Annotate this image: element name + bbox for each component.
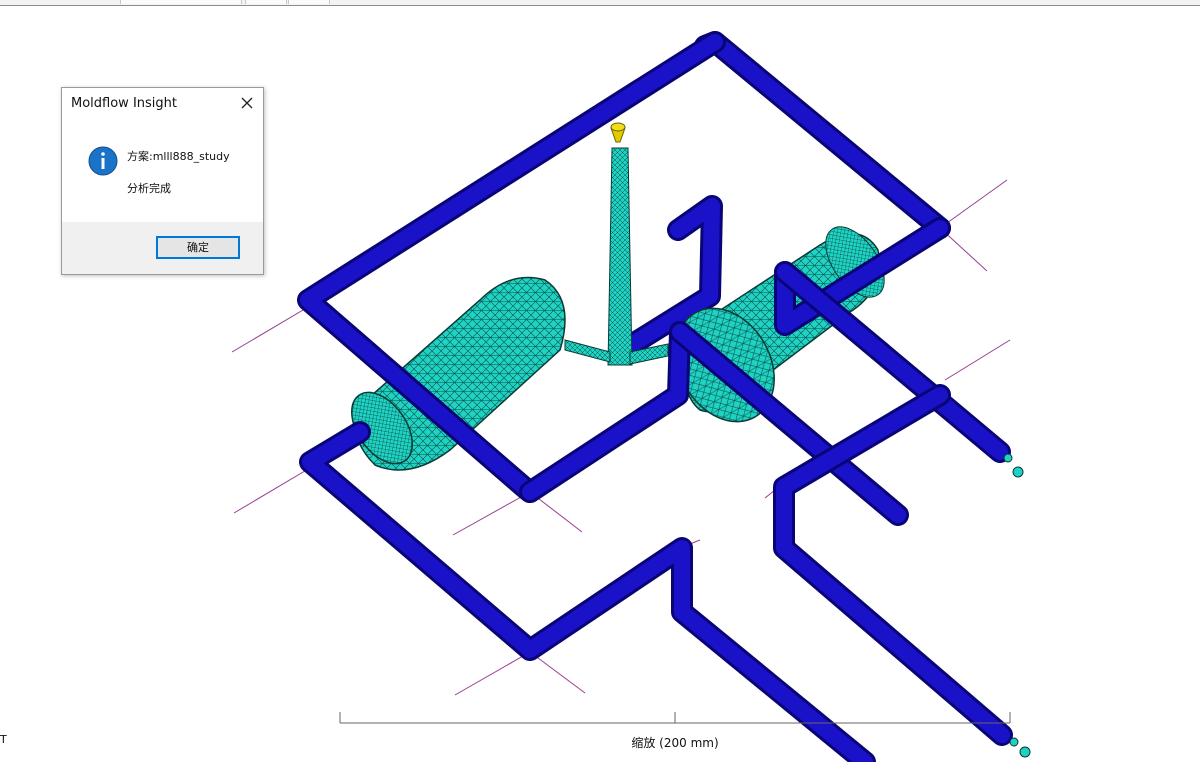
scale-label: 缩放 (200 mm) [631, 736, 719, 750]
close-icon[interactable] [236, 93, 258, 113]
cooling-channels [297, 31, 1013, 762]
dialog-title: Moldflow Insight [71, 96, 177, 111]
info-icon [88, 146, 118, 176]
top-tab[interactable] [120, 0, 242, 4]
left-part-mesh [351, 276, 566, 471]
dialog-message-status: 分析完成 [127, 182, 171, 195]
ok-button[interactable]: 确定 [156, 236, 240, 259]
axis-label: T [0, 733, 7, 746]
message-dialog: Moldflow Insight 方案:mlll888_study 分析完成 确… [61, 87, 264, 275]
dialog-footer: 确定 [62, 222, 263, 274]
top-tab[interactable] [245, 0, 287, 4]
injection-point-icon [610, 122, 626, 143]
top-tab[interactable] [288, 0, 330, 4]
scale-bar [339, 712, 1011, 724]
dialog-message-study: 方案:mlll888_study [127, 150, 230, 163]
outlet-connectors [1003, 453, 1031, 758]
